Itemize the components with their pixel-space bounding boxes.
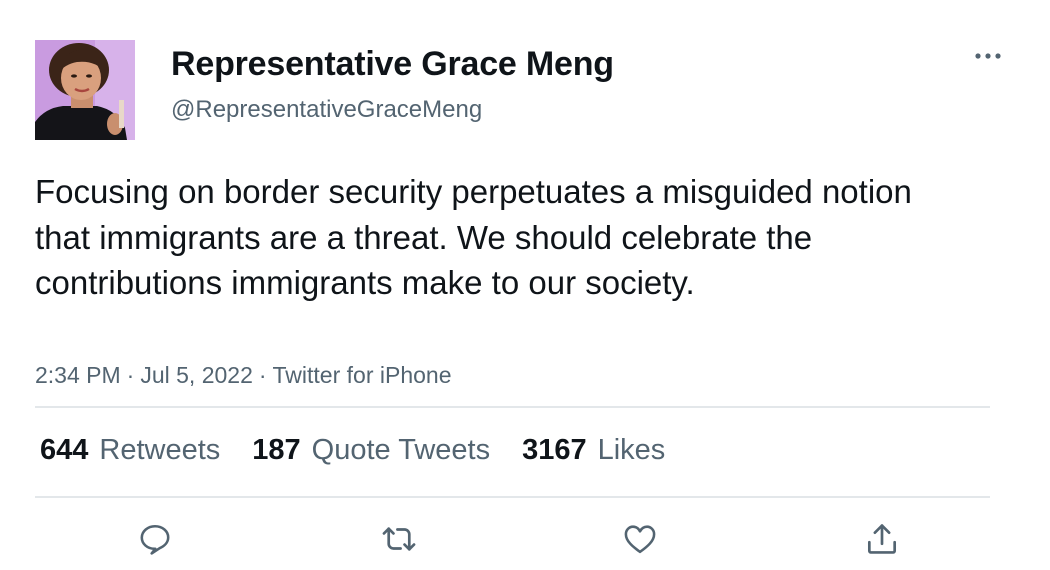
author-handle[interactable]: @RepresentativeGraceMeng bbox=[171, 94, 482, 126]
share-button[interactable] bbox=[860, 517, 904, 561]
tweet-time[interactable]: 2:34 PM bbox=[35, 362, 121, 388]
quote-tweets-label: Quote Tweets bbox=[311, 433, 491, 466]
retweets-label: Retweets bbox=[99, 433, 221, 466]
divider bbox=[35, 496, 990, 498]
likes-stat[interactable]: 3167 Likes bbox=[522, 434, 665, 467]
share-icon bbox=[867, 524, 897, 554]
like-icon bbox=[624, 525, 656, 554]
like-button[interactable] bbox=[618, 517, 662, 561]
tweet-date[interactable]: Jul 5, 2022 bbox=[140, 362, 253, 388]
meta-separator: · bbox=[126, 362, 135, 388]
retweet-button[interactable] bbox=[377, 517, 421, 561]
divider bbox=[35, 406, 990, 408]
likes-count: 3167 bbox=[522, 433, 587, 466]
more-options-button[interactable] bbox=[968, 44, 1008, 68]
tweet-text: Focusing on border security perpetuates … bbox=[35, 173, 912, 301]
reply-button[interactable] bbox=[133, 517, 177, 561]
retweet-icon bbox=[382, 527, 416, 551]
retweets-stat[interactable]: 644 Retweets bbox=[40, 434, 220, 467]
tweet-stats: 644 Retweets 187 Quote Tweets 3167 Likes bbox=[40, 430, 697, 470]
likes-label: Likes bbox=[597, 433, 666, 466]
avatar-photo bbox=[35, 40, 135, 140]
tweet-source[interactable]: Twitter for iPhone bbox=[273, 362, 452, 388]
quote-tweets-stat[interactable]: 187 Quote Tweets bbox=[252, 434, 490, 467]
retweets-count: 644 bbox=[40, 433, 89, 466]
author-display-name[interactable]: Representative Grace Meng bbox=[171, 40, 614, 88]
avatar[interactable] bbox=[35, 40, 135, 140]
meta-separator: · bbox=[258, 362, 267, 388]
tweet-metadata: 2:34 PM · Jul 5, 2022 · Twitter for iPhone bbox=[35, 359, 452, 391]
quote-tweets-count: 187 bbox=[252, 433, 301, 466]
more-icon bbox=[975, 53, 1001, 59]
reply-icon bbox=[140, 524, 170, 555]
